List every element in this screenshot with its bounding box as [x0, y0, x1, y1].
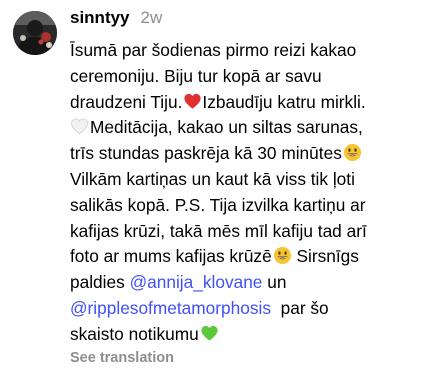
white-heart-icon	[70, 117, 89, 136]
timestamp[interactable]: 2w	[141, 8, 163, 28]
mention-link-annija[interactable]: @annija_klovane	[130, 272, 263, 292]
avatar[interactable]	[13, 11, 57, 55]
comment-text-segment: trīs stundas paskrēja kā 30 minūtes	[70, 143, 342, 164]
comment-line: skaisto notikumu	[70, 322, 426, 348]
comment-line: Meditācija, kakao un siltas sarunas,	[70, 115, 426, 141]
comment-line: ceremoniju. Biju tur kopā ar savu	[70, 65, 322, 86]
comment-line: kafijas krūzi, takā mēs mīl kafiju tad a…	[70, 220, 367, 241]
grinning-face-icon	[273, 246, 292, 265]
avatar-image	[13, 11, 57, 55]
mention-link-ripples[interactable]: @ripplesofmetamorphosis	[70, 298, 271, 318]
comment-line: trīs stundas paskrēja kā 30 minūtes	[70, 141, 426, 167]
comment-content: sinntyy 2w Īsumā par šodienas pirmo reiz…	[70, 8, 426, 367]
comment-text-segment: Meditācija, kakao un siltas sarunas,	[90, 117, 363, 138]
red-heart-icon	[183, 92, 202, 111]
comment-text-segment: skaisto notikumu	[70, 323, 199, 344]
comment-text-segment: Izbaudīju katru mirkli.	[202, 91, 366, 112]
see-translation-link[interactable]: See translation	[70, 350, 174, 366]
comment-text-segment: paldies	[70, 272, 130, 293]
comment-text-segment: par šo	[271, 297, 329, 318]
comment: sinntyy 2w Īsumā par šodienas pirmo reiz…	[0, 0, 432, 378]
comment-line: Vilkām kartiņas un kaut kā viss tik ļoti	[70, 168, 355, 189]
green-heart-icon	[200, 324, 219, 343]
comment-header: sinntyy 2w	[70, 8, 426, 32]
comment-text-segment: un	[262, 272, 287, 293]
username[interactable]: sinntyy	[70, 8, 130, 28]
comment-line: @ripplesofmetamorphosis par šo	[70, 296, 426, 322]
comment-text: Īsumā par šodienas pirmo reizi kakao cer…	[70, 38, 426, 348]
comment-line: salikās kopā. P.S. Tija izvilka kartiņu …	[70, 194, 366, 215]
grinning-face-icon	[343, 143, 362, 162]
comment-line: Īsumā par šodienas pirmo reizi kakao	[70, 40, 357, 60]
comment-text-segment: foto ar mums kafijas krūzē	[70, 246, 272, 267]
comment-text-segment: Sirsnīgs	[291, 246, 359, 267]
comment-text-segment: draudzeni Tiju.	[70, 91, 183, 112]
comment-line: draudzeni Tiju. Izbaudīju katru mirkli.	[70, 90, 426, 116]
comment-line: paldies @annija_klovane un	[70, 270, 426, 296]
comment-line: foto ar mums kafijas krūzē Sirsnīgs	[70, 244, 426, 270]
